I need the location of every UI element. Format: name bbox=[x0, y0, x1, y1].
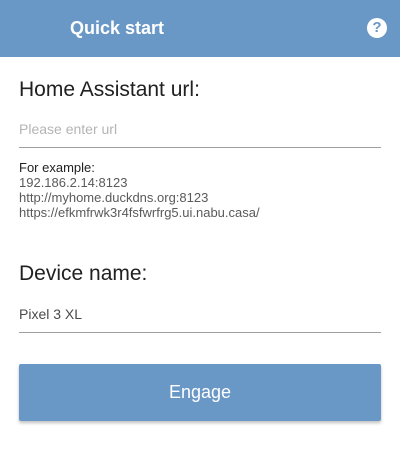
device-name-label: Device name: bbox=[19, 262, 148, 285]
app-bar: Quick start ? bbox=[0, 0, 400, 57]
quick-start-screen: Quick start ? Home Assistant url: For ex… bbox=[0, 0, 400, 455]
url-examples: For example: 192.186.2.14:8123 http://my… bbox=[19, 160, 260, 220]
engage-button[interactable]: Engage bbox=[19, 364, 381, 421]
device-name-input[interactable] bbox=[19, 303, 381, 333]
examples-heading: For example: bbox=[19, 160, 95, 175]
help-icon[interactable]: ? bbox=[367, 18, 387, 38]
example-line: https://efkmfrwk3r4fsfwrfrg5.ui.nabu.cas… bbox=[19, 205, 260, 220]
page-title: Quick start bbox=[70, 18, 165, 38]
example-line: http://myhome.duckdns.org:8123 bbox=[19, 190, 209, 205]
url-input[interactable] bbox=[19, 118, 381, 148]
url-label: Home Assistant url: bbox=[19, 78, 200, 101]
example-line: 192.186.2.14:8123 bbox=[19, 175, 128, 190]
